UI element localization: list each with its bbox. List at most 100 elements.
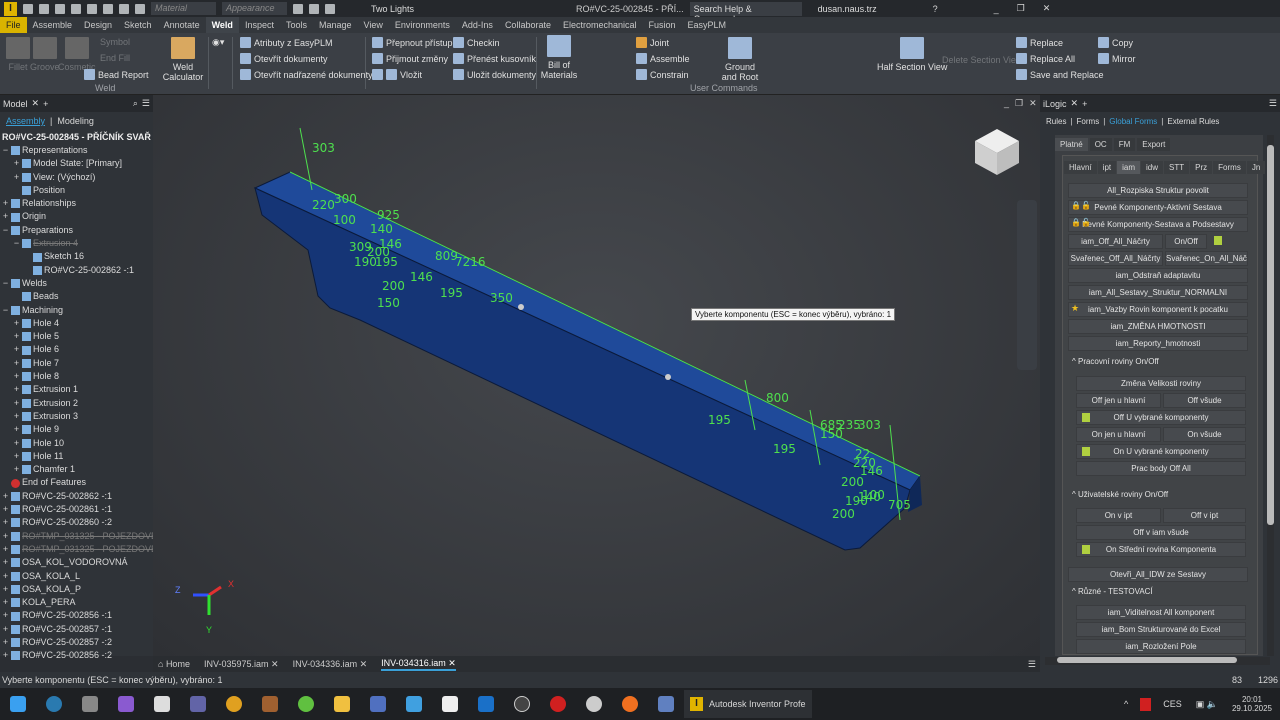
mirror-button[interactable]: Mirror (1098, 53, 1136, 64)
horizontal-scrollbar[interactable] (1045, 657, 1270, 665)
rule-button-b12[interactable]: iam_Reporty_hmotnosti (1068, 336, 1248, 351)
vnc-icon[interactable] (154, 696, 170, 712)
tree-item[interactable]: + RO#VC-25-002857 -:2 (0, 636, 153, 649)
tray-app-icon[interactable] (1140, 697, 1152, 711)
rule-button-b11[interactable]: iam_ZMĚNA HMOTNOSTI (1068, 319, 1248, 334)
expand-toggle[interactable]: + (13, 437, 20, 450)
expand-toggle[interactable]: + (13, 410, 20, 423)
tree-item[interactable]: − Machining (0, 304, 153, 317)
dimension-label[interactable]: 140 (370, 222, 393, 236)
rule-button-b3[interactable]: Pevné Komponenty-Sestava a Podsestavy (1068, 217, 1248, 232)
tree-item[interactable]: + Hole 6 (0, 343, 153, 356)
inner-tab[interactable]: idw (1141, 161, 1164, 174)
m365-icon[interactable] (118, 696, 134, 712)
inner-tab[interactable]: iam (1117, 161, 1141, 174)
weld-calculator-button[interactable]: Weld Calculator (163, 37, 203, 82)
replace-button[interactable]: Replace (1016, 37, 1063, 48)
dimension-label[interactable]: 200 (841, 475, 864, 489)
tree-item[interactable]: − Preparations (0, 224, 153, 237)
expand-toggle[interactable]: + (13, 357, 20, 370)
outer-tab[interactable]: Platné (1055, 138, 1088, 151)
tab-sketch[interactable]: Sketch (118, 17, 158, 33)
rule-button-f3[interactable]: iam_Rozložení Pole (1076, 639, 1246, 654)
rule-button-d1[interactable]: On v ipt (1076, 508, 1161, 523)
tab-file[interactable]: File (0, 17, 27, 33)
add-panel-icon[interactable]: + (43, 99, 48, 109)
file-explorer-icon[interactable] (334, 696, 350, 712)
tab-design[interactable]: Design (78, 17, 118, 33)
clock[interactable]: 20:01 29.10.2025 (1232, 695, 1272, 713)
constrain-button[interactable]: Constrain (636, 69, 689, 80)
link-0[interactable]: Rules (1046, 117, 1066, 126)
fx-icon[interactable] (293, 3, 303, 14)
dimension-label[interactable]: 300 (334, 192, 357, 206)
tree-item[interactable]: + RO#VC-25-002856 -:2 (0, 649, 153, 662)
network-app-icon[interactable] (658, 696, 674, 712)
dimension-label[interactable]: 925 (377, 208, 400, 222)
expand-toggle[interactable]: + (13, 397, 20, 410)
joint-button[interactable]: Joint (636, 37, 669, 48)
tree-item[interactable]: + Extrusion 1 (0, 383, 153, 396)
tree-item[interactable]: + OSA_KOLA_P (0, 583, 153, 596)
rule-button-f2[interactable]: iam_Bom Strukturované do Excel (1076, 622, 1246, 637)
link-3[interactable]: External Rules (1167, 117, 1219, 126)
rule-button-b4[interactable]: iam_Off_All_Náčrty (1068, 234, 1163, 249)
expand-toggle[interactable]: − (2, 144, 9, 157)
teams-icon[interactable] (190, 696, 206, 712)
tree-item[interactable]: + OSA_KOLA_L (0, 570, 153, 583)
expand-toggle[interactable]: + (13, 383, 20, 396)
rule-button-c4[interactable]: Off U vybrané komponenty (1076, 410, 1246, 425)
link-1[interactable]: Forms (1077, 117, 1100, 126)
vlozit-button[interactable]: Vložit (372, 69, 422, 80)
expand-toggle[interactable]: + (2, 197, 9, 210)
tree-item[interactable]: + RO#VC-25-002857 -:1 (0, 623, 153, 636)
assemble-button[interactable]: Assemble (636, 53, 690, 64)
minimize-button[interactable]: _ (994, 4, 999, 14)
redo-icon[interactable] (87, 3, 97, 14)
tree-item[interactable]: Beads (0, 290, 153, 303)
document-tab[interactable]: INV-034336.iam ✕ (293, 659, 368, 670)
navigation-bar[interactable] (1017, 200, 1037, 370)
copy-button[interactable]: Copy (1098, 37, 1133, 48)
rule-button-b5[interactable]: On/Off (1165, 234, 1207, 249)
dimension-label[interactable]: 7216 (455, 255, 486, 269)
close-icon[interactable]: ✕ (1071, 98, 1079, 109)
dimension-label[interactable]: 195 (375, 255, 398, 269)
tab-assembly[interactable]: Assembly (6, 116, 45, 126)
dimension-label[interactable]: 100 (333, 213, 356, 227)
tree-item[interactable]: + Chamfer 1 (0, 463, 153, 476)
tree-item[interactable]: + RO#TMP_031325 - POJEZDOVÉ KOL (0, 530, 153, 543)
dimension-label[interactable]: 195 (440, 286, 463, 300)
rule-button-b9[interactable]: iam_All_Sestavy_Struktur_NORMALNI (1068, 285, 1248, 300)
tab-assemble[interactable]: Assemble (27, 17, 79, 33)
dimension-label[interactable]: 303 (858, 418, 881, 432)
tree-item[interactable]: + Extrusion 3 (0, 410, 153, 423)
dimension-label[interactable]: 350 (490, 291, 513, 305)
lighting-dropdown[interactable]: Two Lights (371, 4, 414, 14)
tree-item[interactable]: + Hole 7 (0, 357, 153, 370)
expand-toggle[interactable]: + (2, 503, 9, 516)
tree-item[interactable]: + Hole 10 (0, 437, 153, 450)
dimension-label[interactable]: 146 (410, 270, 433, 284)
rule-button-d3[interactable]: Off v iam všude (1076, 525, 1246, 540)
chrome-icon[interactable] (226, 696, 242, 712)
link-2[interactable]: Global Forms (1109, 117, 1157, 126)
vertical-scrollbar[interactable] (1267, 135, 1274, 656)
tree-item[interactable]: + Hole 5 (0, 330, 153, 343)
ilogic-title[interactable]: iLogic (1043, 99, 1067, 109)
network-volume-icons[interactable]: ▣ 🔈 (1196, 699, 1218, 710)
notepad-icon[interactable] (406, 696, 422, 712)
close-button[interactable]: ✕ (1043, 3, 1051, 14)
tab-tools[interactable]: Tools (280, 17, 313, 33)
document-tab[interactable]: INV-034316.iam ✕ (381, 658, 456, 671)
rule-button-c1[interactable]: Změna Velikosti roviny (1076, 376, 1246, 391)
expand-toggle[interactable]: + (2, 636, 9, 649)
tree-item[interactable]: + Hole 8 (0, 370, 153, 383)
expand-toggle[interactable]: + (2, 609, 9, 622)
expand-toggle[interactable]: + (13, 423, 20, 436)
rule-button-d2[interactable]: Off v ipt (1163, 508, 1246, 523)
expand-toggle[interactable]: + (2, 570, 9, 583)
save-app-icon[interactable] (370, 696, 386, 712)
close-icon[interactable]: ✕ (360, 659, 368, 669)
tab-modeling[interactable]: Modeling (57, 116, 94, 126)
